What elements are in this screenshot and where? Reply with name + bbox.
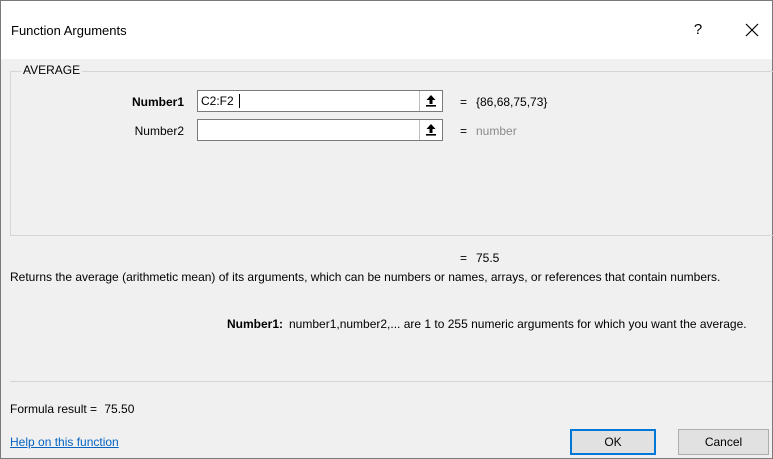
formula-result-value: 75.50 — [104, 402, 135, 416]
number1-evaluated: {86,68,75,73} — [476, 95, 548, 109]
dialog-title: Function Arguments — [11, 23, 127, 38]
title-bar: Function Arguments ? — [1, 1, 772, 59]
ok-button[interactable]: OK — [570, 429, 656, 455]
number1-input[interactable]: C2:F2 — [197, 90, 443, 112]
number1-ref-button[interactable] — [419, 91, 442, 111]
formula-result-label: Formula result = — [10, 402, 98, 416]
arg-equals-2: = — [460, 124, 468, 138]
text-caret — [239, 94, 240, 108]
function-result-value: 75.5 — [476, 251, 500, 265]
ref-collapse-icon — [426, 95, 436, 107]
dialog-body: AVERAGE Number1 C2:F2 = {86,68,75,73} Nu… — [1, 59, 773, 458]
ref-collapse-icon — [426, 124, 436, 136]
formula-result: Formula result = 75.50 — [10, 402, 134, 416]
arg-help-name: Number1: — [226, 317, 283, 331]
close-button[interactable] — [737, 15, 767, 45]
arg-label-number1: Number1 — [131, 95, 184, 109]
number2-evaluated: number — [476, 124, 517, 138]
function-name-label: AVERAGE — [21, 63, 83, 77]
function-arguments-dialog: Function Arguments ? AVERAGE Number1 C2:… — [0, 0, 773, 459]
function-description: Returns the average (arithmetic mean) of… — [10, 270, 721, 284]
help-button[interactable]: ? — [687, 18, 709, 42]
number1-value: C2:F2 — [201, 94, 234, 108]
arg-label-number2: Number2 — [134, 124, 184, 138]
number2-ref-button[interactable] — [419, 120, 442, 140]
close-icon — [745, 23, 759, 37]
arg-equals-1: = — [460, 95, 468, 109]
arg-help-text: number1,number2,... are 1 to 255 numeric… — [289, 317, 747, 331]
cancel-button[interactable]: Cancel — [678, 429, 769, 455]
divider — [10, 381, 772, 382]
result-equals: = — [460, 251, 468, 265]
help-on-function-link[interactable]: Help on this function — [10, 435, 119, 449]
number2-input[interactable] — [197, 119, 443, 141]
